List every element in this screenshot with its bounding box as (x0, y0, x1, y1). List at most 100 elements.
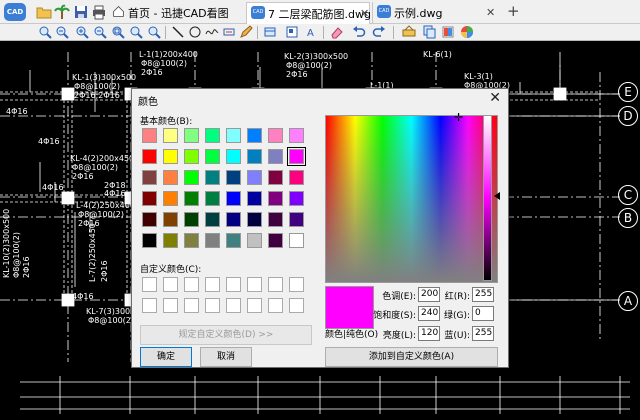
custom-color-swatch[interactable] (289, 277, 304, 292)
basic-color-swatch[interactable] (226, 149, 241, 164)
basic-color-swatch[interactable] (184, 212, 199, 227)
zoom-in-icon[interactable] (75, 25, 89, 39)
palm-tree-icon[interactable] (54, 4, 70, 20)
basic-color-swatch[interactable] (268, 233, 283, 248)
basic-color-swatch[interactable] (268, 212, 283, 227)
new-tab-plus-icon[interactable]: + (507, 2, 520, 20)
add-to-custom-colors-button[interactable]: 添加到自定义颜色(A) (325, 347, 498, 367)
basic-color-swatch[interactable] (247, 233, 262, 248)
zoom-realtime-icon[interactable] (55, 25, 69, 39)
basic-color-swatch[interactable] (142, 170, 157, 185)
tab-example[interactable]: CAD 示例.dwg ✕ (372, 2, 496, 24)
basic-color-swatch[interactable] (205, 191, 220, 206)
basic-color-swatch[interactable] (247, 170, 262, 185)
basic-color-swatch[interactable] (142, 128, 157, 143)
basic-color-swatch[interactable] (247, 128, 262, 143)
custom-color-swatch[interactable] (226, 298, 241, 313)
zoom-previous-icon[interactable] (147, 25, 161, 39)
custom-color-swatch[interactable] (247, 298, 262, 313)
basic-color-swatch[interactable] (142, 212, 157, 227)
red-input[interactable]: 255 (472, 287, 494, 302)
color-picker-icon[interactable] (402, 25, 416, 39)
basic-color-swatch[interactable] (184, 128, 199, 143)
basic-color-swatch[interactable] (184, 191, 199, 206)
copy-icon[interactable] (422, 25, 436, 39)
basic-color-swatch[interactable] (289, 128, 304, 143)
zoom-out-icon[interactable] (93, 25, 107, 39)
zoom-window-icon[interactable] (38, 25, 52, 39)
color-wheel-icon[interactable] (460, 25, 474, 39)
basic-color-swatch[interactable] (247, 191, 262, 206)
pencil-icon[interactable] (239, 25, 253, 39)
dimension-icon[interactable] (222, 25, 236, 39)
basic-color-swatch[interactable] (163, 170, 178, 185)
pan-icon[interactable] (129, 25, 143, 39)
basic-color-swatch[interactable] (142, 191, 157, 206)
tab-close-icon[interactable]: ✕ (486, 6, 495, 19)
basic-color-swatch[interactable] (163, 233, 178, 248)
line-tool-icon[interactable] (171, 25, 185, 39)
custom-color-swatch[interactable] (268, 298, 283, 313)
layer-states-icon[interactable] (441, 25, 455, 39)
basic-color-swatch[interactable] (184, 233, 199, 248)
custom-color-swatch[interactable] (184, 298, 199, 313)
basic-color-swatch[interactable] (289, 233, 304, 248)
custom-color-swatch[interactable] (205, 298, 220, 313)
zoom-extents-icon[interactable] (111, 25, 125, 39)
basic-color-swatch[interactable] (268, 149, 283, 164)
custom-color-swatch[interactable] (184, 277, 199, 292)
basic-color-swatch[interactable] (226, 191, 241, 206)
custom-color-swatch[interactable] (142, 277, 157, 292)
color-spectrum-picker[interactable] (325, 115, 498, 283)
custom-color-swatch[interactable] (142, 298, 157, 313)
cancel-button[interactable]: 取消 (200, 347, 252, 367)
app-logo[interactable]: CAD (4, 3, 26, 21)
green-input[interactable]: 0 (472, 306, 494, 321)
luminance-slider[interactable] (483, 115, 492, 281)
basic-color-swatch[interactable] (289, 212, 304, 227)
undo-icon[interactable] (352, 25, 366, 39)
basic-color-swatch[interactable] (184, 149, 199, 164)
luminance-arrow-icon[interactable] (494, 192, 500, 200)
saturation-input[interactable]: 240 (418, 306, 440, 321)
define-custom-colors-button[interactable]: 规定自定义颜色(D) >> (140, 325, 312, 345)
basic-color-swatch[interactable] (163, 128, 178, 143)
basic-color-swatch[interactable] (268, 170, 283, 185)
basic-color-swatch[interactable] (184, 170, 199, 185)
basic-color-swatch[interactable] (289, 191, 304, 206)
basic-color-swatch[interactable] (268, 128, 283, 143)
save-icon[interactable] (73, 4, 89, 20)
basic-color-swatch[interactable] (142, 149, 157, 164)
basic-color-swatch[interactable] (289, 170, 304, 185)
custom-color-swatch[interactable] (268, 277, 283, 292)
basic-color-swatch[interactable] (287, 147, 306, 166)
custom-color-swatch[interactable] (226, 277, 241, 292)
circle-tool-icon[interactable] (188, 25, 202, 39)
custom-color-swatch[interactable] (163, 277, 178, 292)
basic-color-swatch[interactable] (226, 170, 241, 185)
tab-active-drawing[interactable]: CAD 7 二层梁配筋图.dwg ✕ (246, 2, 371, 24)
hue-input[interactable]: 200 (418, 287, 440, 302)
redo-icon[interactable] (372, 25, 386, 39)
basic-color-swatch[interactable] (163, 212, 178, 227)
print-icon[interactable] (91, 4, 107, 20)
tab-home[interactable]: 首页 - 迅捷CAD看图 (110, 2, 244, 24)
custom-color-swatch[interactable] (289, 298, 304, 313)
basic-color-swatch[interactable] (205, 149, 220, 164)
basic-color-swatch[interactable] (163, 149, 178, 164)
ok-button[interactable]: 确定 (140, 347, 192, 367)
tab-close-icon[interactable]: ✕ (360, 7, 369, 20)
basic-color-swatch[interactable] (205, 128, 220, 143)
dialog-close-icon[interactable]: ✕ (489, 90, 501, 106)
blue-input[interactable]: 255 (472, 326, 494, 341)
luminance-input[interactable]: 120 (418, 326, 440, 341)
basic-color-swatch[interactable] (226, 233, 241, 248)
basic-color-swatch[interactable] (205, 212, 220, 227)
text-tool-icon[interactable]: A (305, 25, 319, 39)
basic-color-swatch[interactable] (205, 233, 220, 248)
basic-color-swatch[interactable] (226, 128, 241, 143)
layout-icon[interactable] (285, 25, 299, 39)
basic-color-swatch[interactable] (163, 191, 178, 206)
custom-color-swatch[interactable] (205, 277, 220, 292)
basic-color-swatch[interactable] (247, 212, 262, 227)
